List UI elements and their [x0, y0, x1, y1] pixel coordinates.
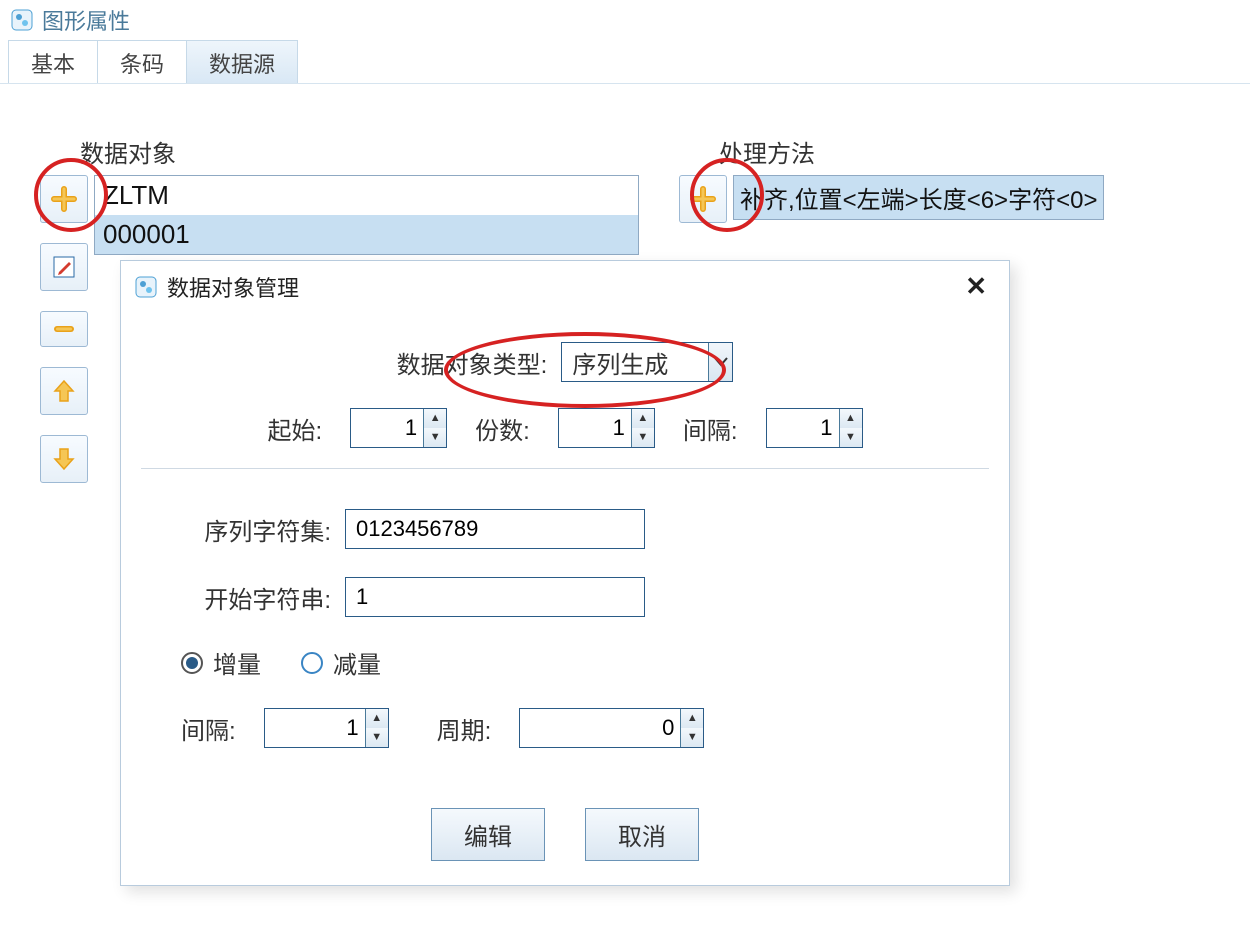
interval2-input[interactable]: ▲▼	[264, 708, 389, 748]
window-title: 图形属性	[42, 4, 130, 36]
spin-up-icon[interactable]: ▲	[840, 409, 862, 428]
charset-label: 序列字符集:	[161, 512, 331, 547]
processing-group-label: 处理方法	[679, 134, 1104, 169]
close-icon: ✕	[965, 271, 987, 301]
add-data-object-button[interactable]	[40, 175, 88, 223]
edit-data-object-button[interactable]	[40, 243, 88, 291]
arrow-down-icon	[51, 446, 77, 472]
object-type-select[interactable]: 序列生成	[561, 342, 733, 382]
move-down-button[interactable]	[40, 435, 88, 483]
decrement-radio[interactable]: 减量	[301, 645, 381, 680]
startstr-label: 开始字符串:	[161, 580, 331, 615]
dialog-titlebar: 数据对象管理 ✕	[121, 261, 1009, 312]
start-field[interactable]	[351, 411, 423, 445]
delete-data-object-button[interactable]	[40, 311, 88, 347]
spin-up-icon[interactable]: ▲	[681, 709, 703, 728]
app-icon	[135, 276, 157, 298]
increment-label: 增量	[213, 645, 261, 680]
pencil-icon	[51, 254, 77, 280]
plus-icon	[689, 185, 717, 213]
copies-field[interactable]	[559, 411, 631, 445]
tab-datasource[interactable]: 数据源	[186, 40, 298, 83]
copies-input[interactable]: ▲▼	[558, 408, 655, 448]
data-object-manage-dialog: 数据对象管理 ✕ 数据对象类型: 序列生成 起始: ▲▼ 份数:	[120, 260, 1010, 886]
radio-dot-icon	[181, 652, 203, 674]
tab-barcode[interactable]: 条码	[97, 40, 187, 83]
window-titlebar: 图形属性	[0, 0, 1250, 40]
list-item[interactable]: 000001	[95, 215, 638, 254]
interval1-input[interactable]: ▲▼	[766, 408, 863, 448]
dialog-title: 数据对象管理	[167, 271, 299, 303]
spin-down-icon[interactable]: ▼	[681, 728, 703, 747]
cycle-field[interactable]	[520, 711, 680, 745]
data-object-list[interactable]: ZLTM 000001	[94, 175, 639, 255]
decrement-label: 减量	[333, 645, 381, 680]
spin-up-icon[interactable]: ▲	[632, 409, 654, 428]
increment-radio[interactable]: 增量	[181, 645, 261, 680]
start-input[interactable]: ▲▼	[350, 408, 447, 448]
cycle-input[interactable]: ▲▼	[519, 708, 704, 748]
interval2-label: 间隔:	[181, 711, 236, 746]
select-value: 序列生成	[562, 341, 708, 384]
start-label: 起始:	[267, 411, 322, 446]
radio-dot-icon	[301, 652, 323, 674]
data-object-group-label: 数据对象	[40, 134, 639, 169]
chevron-down-icon	[708, 343, 732, 381]
spin-up-icon[interactable]: ▲	[424, 409, 446, 428]
spin-down-icon[interactable]: ▼	[632, 428, 654, 447]
spin-down-icon[interactable]: ▼	[366, 728, 388, 747]
close-button[interactable]: ✕	[957, 269, 995, 304]
type-label: 数据对象类型:	[397, 345, 548, 380]
tab-bar: 基本 条码 数据源	[0, 40, 1250, 84]
tab-basic[interactable]: 基本	[8, 40, 98, 83]
app-icon	[10, 8, 34, 32]
move-up-button[interactable]	[40, 367, 88, 415]
interval1-field[interactable]	[767, 411, 839, 445]
spin-up-icon[interactable]: ▲	[366, 709, 388, 728]
add-processing-button[interactable]	[679, 175, 727, 223]
spin-down-icon[interactable]: ▼	[424, 428, 446, 447]
minus-icon	[51, 322, 77, 336]
processing-list[interactable]: 补齐,位置<左端>长度<6>字符<0>	[733, 175, 1104, 220]
list-item[interactable]: 补齐,位置<左端>长度<6>字符<0>	[734, 176, 1103, 219]
interval1-label: 间隔:	[683, 411, 738, 446]
cycle-label: 周期:	[437, 711, 492, 746]
list-item[interactable]: ZLTM	[95, 176, 638, 215]
plus-icon	[50, 185, 78, 213]
spin-down-icon[interactable]: ▼	[840, 428, 862, 447]
startstr-input[interactable]	[345, 577, 645, 617]
arrow-up-icon	[51, 378, 77, 404]
charset-input[interactable]	[345, 509, 645, 549]
copies-label: 份数:	[475, 411, 530, 446]
interval2-field[interactable]	[265, 711, 365, 745]
cancel-button[interactable]: 取消	[585, 808, 699, 861]
edit-button[interactable]: 编辑	[431, 808, 545, 861]
